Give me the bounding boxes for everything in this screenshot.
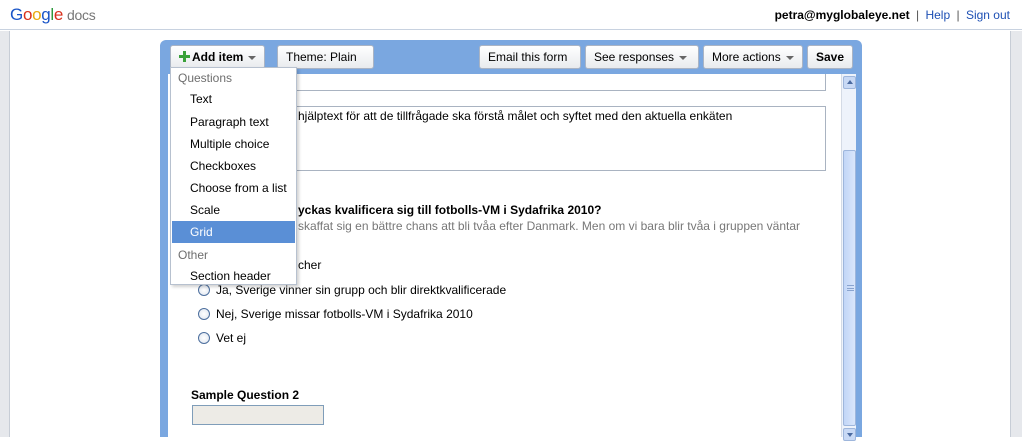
chevron-down-icon: [679, 55, 688, 60]
question-help-text: skaffat sig en bättre chans att bli tvåa…: [298, 219, 801, 233]
menu-item-multiple-choice[interactable]: Multiple choice: [172, 133, 295, 155]
menu-item-scale[interactable]: Scale: [172, 199, 295, 221]
email-form-button[interactable]: Email this form: [479, 45, 581, 69]
help-link[interactable]: Help: [925, 8, 950, 22]
radio-option[interactable]: Vet ej: [198, 331, 246, 345]
more-actions-label: More actions: [712, 50, 781, 64]
radio-button[interactable]: [198, 332, 210, 344]
menu-item-choose-from-list[interactable]: Choose from a list: [172, 177, 295, 199]
scrollbar-thumb[interactable]: [843, 150, 856, 426]
question-2-title: Sample Question 2: [191, 388, 300, 402]
menu-item-paragraph-text[interactable]: Paragraph text: [172, 111, 295, 133]
more-actions-button[interactable]: More actions: [703, 45, 803, 69]
option-label: cher: [298, 258, 322, 272]
add-item-button[interactable]: Add item: [170, 45, 265, 69]
radio-button[interactable]: [198, 308, 210, 320]
menu-item-section-header[interactable]: Section header: [172, 265, 295, 287]
see-responses-button[interactable]: See responses: [585, 45, 699, 69]
chevron-down-icon: [248, 55, 257, 60]
chevron-down-icon: [847, 433, 853, 437]
separator: |: [915, 8, 920, 22]
user-bar: petra@myglobaleye.net | Help | Sign out: [775, 8, 1010, 22]
save-button[interactable]: Save: [807, 45, 853, 69]
scroll-down-arrow[interactable]: [843, 428, 856, 441]
logo-google-text: Google: [10, 5, 64, 24]
add-item-label: Add item: [192, 50, 244, 64]
theme-button[interactable]: Theme: Plain: [277, 45, 374, 69]
menu-group-questions: Questions: [178, 71, 233, 85]
radio-option[interactable]: Nej, Sverige missar fotbolls-VM i Sydafr…: [198, 307, 473, 321]
plus-icon: [179, 51, 190, 62]
option-label: Nej, Sverige missar fotbolls-VM i Sydafr…: [216, 307, 473, 321]
add-item-menu: Questions Text Paragraph text Multiple c…: [170, 67, 297, 285]
top-header: Google docs petra@myglobaleye.net | Help …: [0, 0, 1022, 30]
menu-item-text[interactable]: Text: [172, 88, 295, 110]
menu-item-grid[interactable]: Grid: [172, 221, 295, 243]
chevron-up-icon: [847, 80, 853, 84]
question-2-input[interactable]: [192, 405, 324, 425]
menu-group-other: Other: [178, 248, 209, 262]
sign-out-link[interactable]: Sign out: [966, 8, 1010, 22]
vertical-scrollbar[interactable]: [841, 74, 856, 441]
grip-icon: [847, 285, 854, 291]
form-description-text: hjälptext för att de tillfrågade ska för…: [298, 109, 733, 123]
logo-docs-text: docs: [67, 7, 96, 23]
option-label: Vet ej: [216, 331, 247, 345]
google-docs-logo[interactable]: Google docs: [10, 5, 96, 25]
see-responses-label: See responses: [594, 50, 675, 64]
chevron-down-icon: [785, 55, 794, 60]
left-gutter: [0, 31, 10, 437]
user-email: petra@myglobaleye.net: [774, 8, 910, 22]
scroll-up-arrow[interactable]: [843, 76, 856, 89]
separator: |: [956, 8, 960, 22]
menu-item-checkboxes[interactable]: Checkboxes: [172, 155, 295, 177]
right-gutter: [1010, 31, 1022, 437]
question-title: yckas kvalificera sig till fotbolls-VM i…: [298, 203, 602, 217]
